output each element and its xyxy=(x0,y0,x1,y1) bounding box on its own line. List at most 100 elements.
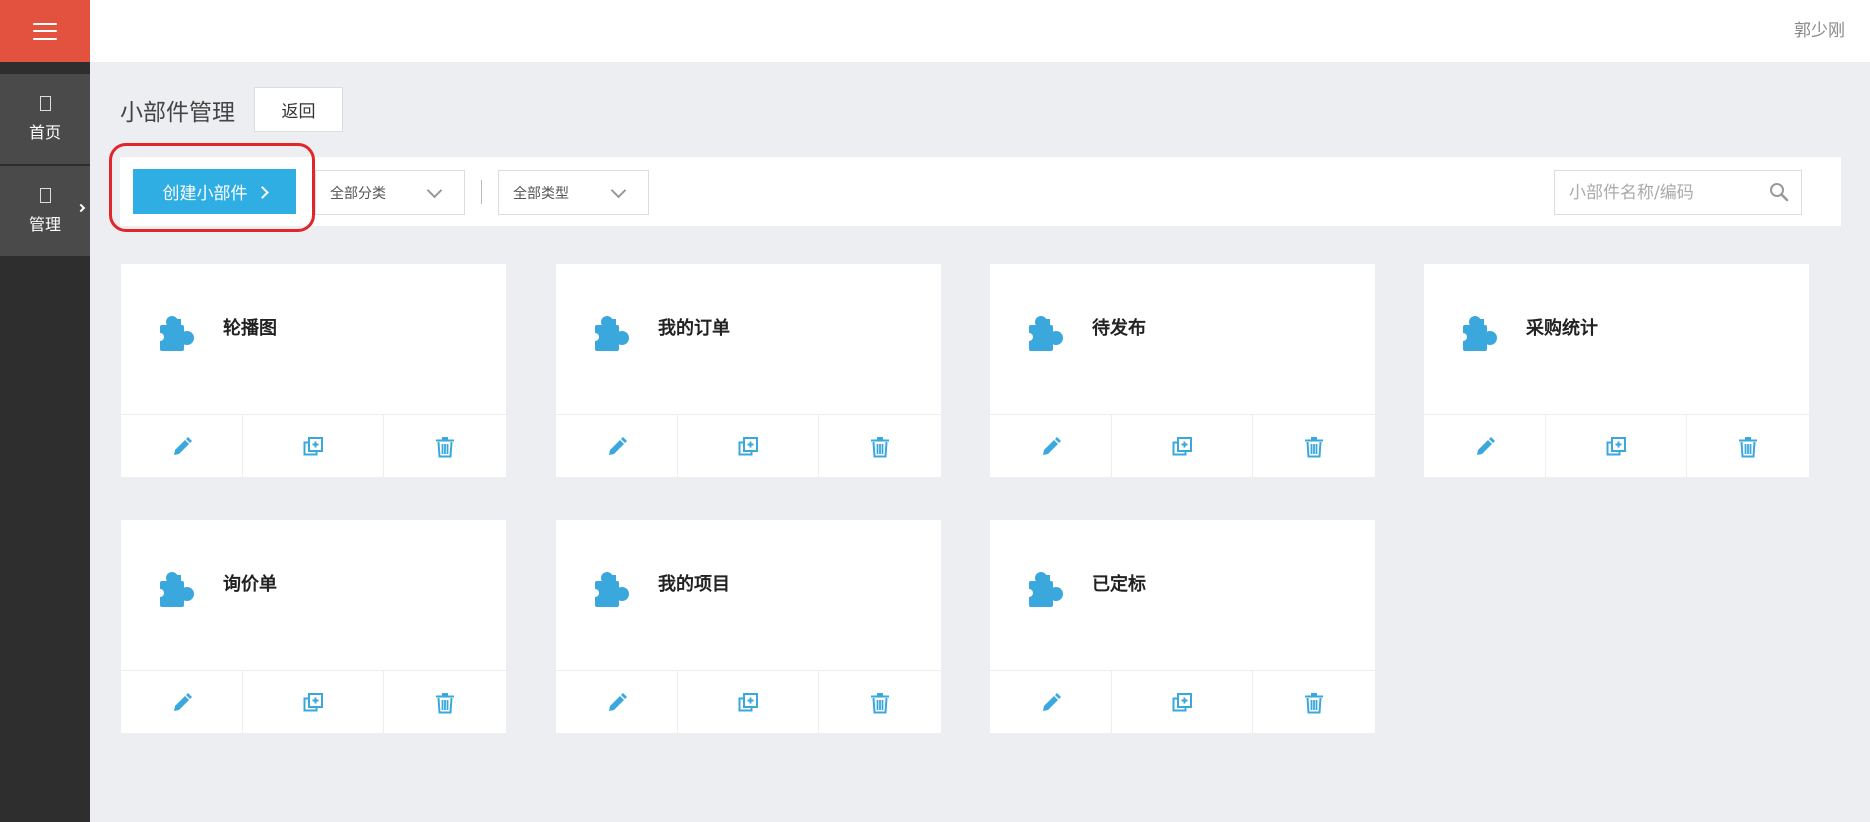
widget-title: 采购统计 xyxy=(1526,318,1598,339)
delete-button[interactable] xyxy=(384,415,506,478)
manage-icon xyxy=(39,187,51,203)
delete-icon xyxy=(436,436,454,457)
widget-actions xyxy=(121,670,506,734)
widget-title: 我的订单 xyxy=(658,318,730,339)
copy-icon xyxy=(1606,436,1626,455)
delete-button[interactable] xyxy=(819,671,941,734)
delete-icon xyxy=(436,692,454,713)
delete-icon xyxy=(1305,436,1323,457)
delete-icon xyxy=(871,692,889,713)
top-bar: 郭少刚 xyxy=(90,0,1870,62)
copy-icon xyxy=(303,436,323,455)
widget-title: 已定标 xyxy=(1092,574,1146,595)
copy-icon xyxy=(738,692,758,711)
divider xyxy=(481,180,482,204)
menu-toggle-button[interactable] xyxy=(0,0,90,62)
edit-icon xyxy=(608,692,627,711)
copy-icon xyxy=(1172,436,1192,455)
puzzle-icon xyxy=(157,316,194,351)
category-select[interactable]: 全部分类 xyxy=(315,170,465,215)
search-input[interactable] xyxy=(1569,171,1759,214)
edit-button[interactable] xyxy=(556,415,678,478)
puzzle-icon xyxy=(1026,572,1063,607)
copy-button[interactable] xyxy=(678,415,819,478)
widget-actions xyxy=(556,670,941,734)
edit-button[interactable] xyxy=(1424,415,1546,478)
copy-icon xyxy=(738,436,758,455)
delete-button[interactable] xyxy=(819,415,941,478)
create-widget-button[interactable]: 创建小部件 xyxy=(133,169,296,214)
copy-button[interactable] xyxy=(243,671,384,734)
widget-actions xyxy=(556,414,941,478)
edit-icon xyxy=(1476,436,1495,455)
delete-button[interactable] xyxy=(1253,671,1375,734)
puzzle-icon xyxy=(1460,316,1497,351)
widget-card-body[interactable]: 我的订单 xyxy=(556,264,941,414)
widget-title: 轮播图 xyxy=(223,318,277,339)
widget-actions xyxy=(990,414,1375,478)
widget-card-body[interactable]: 已定标 xyxy=(990,520,1375,670)
puzzle-icon xyxy=(592,572,629,607)
widget-card-body[interactable]: 轮播图 xyxy=(121,264,506,414)
delete-button[interactable] xyxy=(1253,415,1375,478)
home-icon xyxy=(39,95,51,111)
copy-button[interactable] xyxy=(1112,671,1253,734)
puzzle-icon xyxy=(157,572,194,607)
search-icon[interactable] xyxy=(1769,182,1789,202)
delete-icon xyxy=(1305,692,1323,713)
edit-icon xyxy=(1042,692,1061,711)
type-select[interactable]: 全部类型 xyxy=(498,170,649,215)
widget-card: 我的项目 xyxy=(556,520,941,734)
widget-card-body[interactable]: 采购统计 xyxy=(1424,264,1809,414)
user-name[interactable]: 郭少刚 xyxy=(1794,16,1845,41)
delete-button[interactable] xyxy=(384,671,506,734)
copy-icon xyxy=(303,692,323,711)
widget-card: 我的订单 xyxy=(556,264,941,478)
puzzle-icon xyxy=(1026,316,1063,351)
edit-icon xyxy=(173,692,192,711)
widget-card: 待发布 xyxy=(990,264,1375,478)
create-widget-label: 创建小部件 xyxy=(162,184,248,204)
widget-card-body[interactable]: 待发布 xyxy=(990,264,1375,414)
copy-icon xyxy=(1172,692,1192,711)
chevron-right-icon xyxy=(255,185,269,199)
copy-button[interactable] xyxy=(1546,415,1687,478)
back-button[interactable]: 返回 xyxy=(254,87,343,132)
edit-icon xyxy=(608,436,627,455)
widget-card: 询价单 xyxy=(121,520,506,734)
chevron-down-icon xyxy=(610,182,627,199)
delete-button[interactable] xyxy=(1687,415,1809,478)
chevron-right-icon xyxy=(76,203,86,213)
edit-icon xyxy=(173,436,192,455)
category-select-value: 全部分类 xyxy=(330,185,386,202)
copy-button[interactable] xyxy=(1112,415,1253,478)
widget-card-body[interactable]: 询价单 xyxy=(121,520,506,670)
edit-icon xyxy=(1042,436,1061,455)
widget-title: 待发布 xyxy=(1092,318,1146,339)
sidebar-item-label: 首页 xyxy=(28,122,61,142)
widget-actions xyxy=(121,414,506,478)
widget-actions xyxy=(1424,414,1809,478)
edit-button[interactable] xyxy=(556,671,678,734)
copy-button[interactable] xyxy=(243,415,384,478)
delete-icon xyxy=(1739,436,1757,457)
sidebar-item-manage[interactable]: 管理 xyxy=(0,166,90,256)
edit-button[interactable] xyxy=(121,671,243,734)
widget-card: 采购统计 xyxy=(1424,264,1809,478)
widget-title: 询价单 xyxy=(223,574,277,595)
search-box xyxy=(1554,170,1802,215)
edit-button[interactable] xyxy=(990,671,1112,734)
sidebar-item-home[interactable]: 首页 xyxy=(0,74,90,164)
widget-title: 我的项目 xyxy=(658,574,730,595)
chevron-down-icon xyxy=(426,182,443,199)
copy-button[interactable] xyxy=(678,671,819,734)
widget-card: 已定标 xyxy=(990,520,1375,734)
sidebar-item-label: 管理 xyxy=(28,214,61,234)
edit-button[interactable] xyxy=(990,415,1112,478)
widget-card: 轮播图 xyxy=(121,264,506,478)
edit-button[interactable] xyxy=(121,415,243,478)
hamburger-icon xyxy=(33,22,57,40)
widget-card-body[interactable]: 我的项目 xyxy=(556,520,941,670)
puzzle-icon xyxy=(592,316,629,351)
delete-icon xyxy=(871,436,889,457)
